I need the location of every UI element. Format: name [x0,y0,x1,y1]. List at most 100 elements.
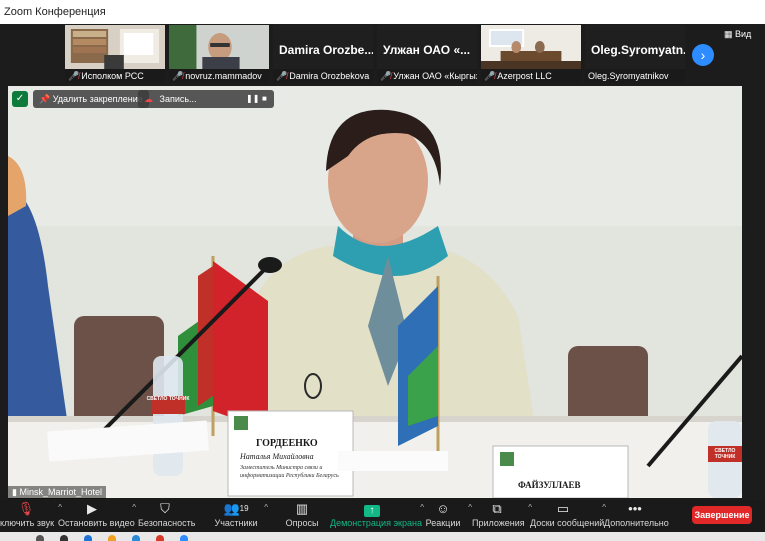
pin-icon: 📌 [39,94,51,104]
mic-muted-icon: 🎤̸ [172,71,184,81]
chevron-right-icon: › [700,47,706,63]
participant-tile[interactable]: 🎤̸ Исполком РСС [64,24,166,84]
polls-label: Опросы [285,518,319,528]
speaker-name: Minsk_Marriot_Hotel [19,487,102,497]
participant-tile[interactable]: Damira Orozbe... 🎤̸ Damira Orozbekova [272,24,374,84]
mute-label: ключить звук [0,518,55,528]
grid-icon: ▦ [724,29,733,39]
chevron-up-icon[interactable]: ^ [132,503,136,512]
recording-label: Запись... [159,94,197,104]
mute-button[interactable]: 🎙 ключить звук ^ [0,500,62,532]
zoom-icon[interactable] [180,535,188,541]
microphone-muted-icon: 🎙 [17,501,35,516]
recording-icon: ☁ [144,94,153,104]
participant-big-name: Damira Orozbe... [279,43,374,57]
second-nameplate: ФАЙЗУЛЛАЕВ [518,480,581,490]
bar-chart-icon: ▥ [295,501,309,516]
participant-tile[interactable]: 🎤̸ Azerpost LLC [480,24,582,84]
stop-icon[interactable]: ■ [262,90,267,108]
participant-name: Azerpost LLC [497,71,552,81]
share-screen-button[interactable]: ↑ Демонстрация экрана ^ [330,500,424,532]
video-camera-icon: ▶ [87,501,97,516]
polls-button[interactable]: ▥ Опросы [284,500,320,532]
emoji-add-icon: ☺ [436,501,450,516]
reactions-label: Реакции [425,518,461,528]
speaker-name-label: ▮ Minsk_Marriot_Hotel [8,486,106,499]
end-meeting-button[interactable]: Завершение [692,506,752,524]
participant-name: Исполком РСС [81,71,144,81]
title-bar: Zoom Конференция [0,0,765,24]
folder-icon[interactable] [108,535,116,541]
mic-muted-icon: 🎤̸ [484,71,496,81]
signal-icon: ▮ [12,487,17,497]
more-dots-icon: ••• [628,501,642,516]
participant-tile[interactable]: 🎤̸ novruz.mammadov [168,24,270,84]
bottle-label-left: СВЕТЛО ТОЧНИК [146,396,190,402]
security-label: Безопасность [138,518,196,528]
window-title: Zoom Конференция [4,6,106,18]
security-shield-icon[interactable]: ✓ [12,91,28,107]
mail-icon[interactable] [132,535,140,541]
active-speaker-video: ГОРДЕЕНКО Наталья Михайловна Заместитель… [8,86,742,498]
participants-button[interactable]: 👥19 Участники ^ [214,500,269,532]
browser-icon[interactable] [84,535,92,541]
participant-name: Oleg.Syromyatnikov [588,71,669,81]
unpin-button[interactable]: 📌 Удалить закрепление [33,90,149,108]
os-taskbar [0,532,765,541]
participant-video [65,25,165,71]
participant-name-bar: 🎤̸ Damira Orozbekova [273,69,373,83]
participant-big-name: Oleg.Syromyatn... [591,43,686,57]
chrome-icon[interactable] [156,535,164,541]
participant-name: Улжан ОАО «Кыргыз... [393,71,477,81]
apps-label: Приложения [472,518,525,528]
share-screen-label: Демонстрация экрана [330,518,422,528]
mic-muted-icon: 🎤̸ [276,71,288,81]
stop-video-label: Остановить видео [58,518,135,528]
participant-video [169,25,269,71]
whiteboards-button[interactable]: ▭ Доски сообщений ^ [530,500,606,532]
participant-name-bar: Oleg.Syromyatnikov [585,69,685,83]
nameplate-position: Заместитель Министра связи и информатиза… [240,465,339,479]
whiteboard-icon: ▭ [556,501,570,516]
stop-video-button[interactable]: ▶ Остановить видео ^ [58,500,136,532]
participant-name: novruz.mammadov [185,71,262,81]
bottle-label-right: СВЕТЛО ТОЧНИК [714,448,736,460]
participants-icon: 👥19 [223,501,249,516]
participant-name: Damira Orozbekova [289,71,370,81]
apps-button[interactable]: ⧉ Приложения ^ [472,500,532,532]
unpin-label: Удалить закрепление [52,94,143,104]
nameplate-given-name: Наталья Михайловна [240,452,314,461]
view-button[interactable]: ▦ Вид [724,29,751,40]
meeting-toolbar: 🎙 ключить звук ^ ▶ Остановить видео ^ ⛉ … [0,500,765,532]
speaker-scene [8,86,742,498]
search-icon[interactable] [36,535,44,541]
pause-icon[interactable]: ❚❚ [246,90,259,108]
recording-indicator: ☁ Запись... ❚❚ ■ [138,90,274,108]
shield-icon: ⛉ [160,501,170,516]
participants-count: 19 [239,504,249,513]
taskbar-app-icon[interactable] [60,535,68,541]
reactions-button[interactable]: ☺ Реакции ^ [424,500,472,532]
participant-name-bar: 🎤̸ novruz.mammadov [169,69,269,83]
share-screen-icon: ↑ [330,500,414,518]
chevron-up-icon[interactable]: ^ [264,503,268,512]
participant-name-bar: 🎤̸ Azerpost LLC [481,69,581,83]
mic-muted-icon: 🎤̸ [380,71,392,81]
whiteboards-label: Доски сообщений [530,518,605,528]
security-button[interactable]: ⛉ Безопасность [138,500,196,532]
participant-tile[interactable]: Улжан ОАО «... 🎤̸Улжан ОАО «Кыргыз... [376,24,478,84]
participant-tile[interactable]: Oleg.Syromyatn... Oleg.Syromyatnikov [584,24,686,84]
view-label: Вид [735,29,752,39]
participant-name-bar: 🎤̸ Исполком РСС [65,69,165,83]
mic-muted-icon: 🎤̸ [68,71,80,81]
participant-big-name: Улжан ОАО «... [383,43,471,57]
next-page-button[interactable]: › [692,44,714,66]
apps-icon: ⧉ [492,501,502,516]
participants-label: Участники [214,518,258,528]
more-button[interactable]: ••• Дополнительно [604,500,669,532]
more-label: Дополнительно [604,518,669,528]
nameplate-surname: ГОРДЕЕНКО [256,438,318,449]
participant-name-bar: 🎤̸Улжан ОАО «Кыргыз... [377,69,477,83]
participant-video [481,25,581,71]
participant-strip: 🎤̸ Исполком РСС 🎤̸ novruz.mammadov Damira … [64,24,686,84]
